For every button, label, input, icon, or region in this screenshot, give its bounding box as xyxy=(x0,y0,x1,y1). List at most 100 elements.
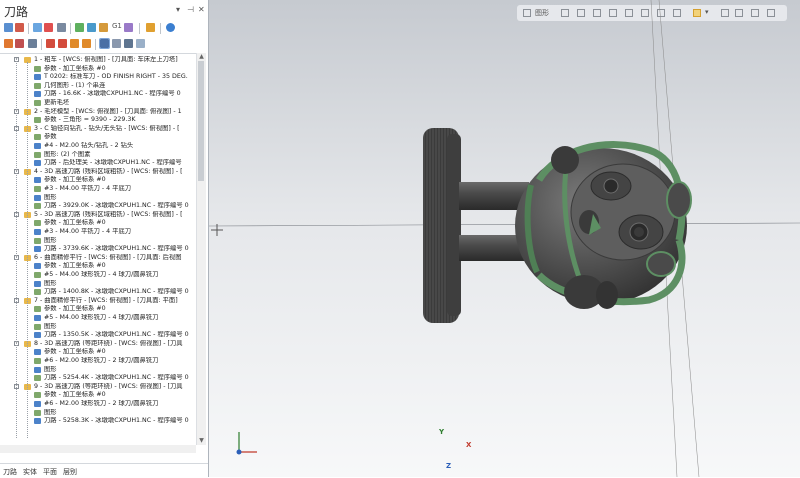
tab-toolpaths[interactable]: 刀路 xyxy=(3,467,17,477)
tree-child-row[interactable]: 刀路 - 3739.6K - 冰墩墩CXPUH1.NC - 程序编号 0 xyxy=(0,245,196,254)
tree-operation-row[interactable]: -9 - 3D 高速刀路 (等距环绕) - [WCS: 俯视图] - [刀具 xyxy=(0,383,196,392)
item-icon xyxy=(34,289,41,296)
tree-row-label: #3 - M4.00 平铣刀 - 4 平底刀 xyxy=(44,185,132,192)
tree-row-label: 更新毛坯 xyxy=(44,99,70,106)
item-icon xyxy=(34,65,41,72)
tree-child-row[interactable]: 图形 xyxy=(0,194,196,203)
tree-child-row[interactable]: 刀路 - 1350.5K - 冰墩墩CXPUH1.NC - 程序编号 0 xyxy=(0,331,196,340)
tree-child-row[interactable]: 参数 - 加工坐标系 #0 xyxy=(0,391,196,400)
tree-row-label: T 0202: 标准车刀 - OD FINISH RIGHT - 35 DEG. xyxy=(44,73,188,81)
tree-child-row[interactable]: 刀路 - 1400.8K - 冰墩墩CXPUH1.NC - 程序编号 0 xyxy=(0,288,196,297)
item-icon xyxy=(34,272,41,278)
show-all-icon[interactable] xyxy=(112,39,121,48)
tree-vertical-scrollbar[interactable]: ▲ ▼ xyxy=(196,53,206,445)
tree-child-row[interactable]: 参数 - 三角形 = 9390 - 229.3K xyxy=(0,116,196,125)
tree-operation-row[interactable]: -3 - C 轴径向钻孔 - 钻头/无头钻 - [WCS: 俯视图] - [ xyxy=(0,125,196,134)
tree-child-row[interactable]: 图形: (2) 个图素 xyxy=(0,151,196,160)
tree-child-row[interactable]: #3 - M4.00 平铣刀 - 4 平底刀 xyxy=(0,228,196,237)
tree-child-row[interactable]: 参数 - 加工坐标系 #0 xyxy=(0,262,196,271)
item-icon xyxy=(34,229,41,235)
tree-child-row[interactable]: #5 - M4.00 球形铣刀 - 4 球刀/圆鼻铣刀 xyxy=(0,314,196,323)
operations-tree[interactable]: -1 - 粗车 - [WCS: 俯视图] - [刀具面: 车床左上刀塔] 参数 -… xyxy=(0,53,196,446)
g1-post-button[interactable]: G1 xyxy=(112,22,122,30)
tree-child-row[interactable]: 刀路 - 3929.0K - 冰墩墩CXPUH1.NC - 程序编号 0 xyxy=(0,202,196,211)
tree-horizontal-scrollbar[interactable] xyxy=(0,445,196,453)
scroll-down-icon[interactable]: ▼ xyxy=(198,437,205,444)
panel-header: 刀路 ▾ ⊣ ✕ xyxy=(0,0,208,20)
toggle-select-icon[interactable] xyxy=(28,39,37,48)
insert-after-icon[interactable] xyxy=(82,39,91,48)
tab-levels[interactable]: 层别 xyxy=(63,467,77,477)
show-selected-icon[interactable] xyxy=(99,38,110,49)
tree-row-label: 刀路 - 1350.5K - 冰墩墩CXPUH1.NC - 程序编号 0 xyxy=(44,331,189,339)
tree-scroll-thumb[interactable] xyxy=(198,61,204,181)
tree-child-row[interactable]: 参数 - 加工坐标系 #0 xyxy=(0,65,196,74)
filter-icon[interactable] xyxy=(136,39,145,48)
tree-child-row[interactable]: 图形 xyxy=(0,237,196,246)
tree-row-label: 刀路 - 16.6K - 冰墩墩CXPUH1.NC - 程序编号 0 xyxy=(44,90,181,98)
toolpath-manager-panel: 刀路 ▾ ⊣ ✕ G1 -1 - 粗车 - [WCS: 俯视图] - [刀具面:… xyxy=(0,0,209,478)
close-panel-button[interactable]: ✕ xyxy=(198,5,205,15)
tree-operation-row[interactable]: -8 - 3D 高速刀路 (等距环绕) - [WCS: 俯视图] - [刀具 xyxy=(0,340,196,349)
tab-planes[interactable]: 平面 xyxy=(43,467,57,477)
tree-row-label: 8 - 3D 高速刀路 (等距环绕) - [WCS: 俯视图] - [刀具 xyxy=(34,339,183,347)
tree-operation-row[interactable]: -5 - 3D 高速刀路 (残料区域粗铣) - [WCS: 俯视图] - [ xyxy=(0,211,196,220)
panel-menu-button[interactable]: ▾ xyxy=(176,5,180,15)
regenerate-dirty-icon[interactable] xyxy=(44,23,53,32)
item-icon xyxy=(34,117,41,124)
tree-child-row[interactable]: 图形 xyxy=(0,280,196,289)
tree-child-row[interactable]: 刀路 - 16.6K - 冰墩墩CXPUH1.NC - 程序编号 0 xyxy=(0,90,196,99)
tree-child-row[interactable]: #6 - M2.00 球形铣刀 - 2 球刀/圆鼻铣刀 xyxy=(0,357,196,366)
tree-child-row[interactable]: T 0202: 标准车刀 - OD FINISH RIGHT - 35 DEG. xyxy=(0,73,196,82)
select-failed-ops-icon[interactable] xyxy=(15,23,24,32)
backplot-icon[interactable] xyxy=(75,23,84,32)
wrench-icon[interactable] xyxy=(146,23,155,32)
insert-arrow-icon[interactable] xyxy=(70,39,79,48)
tree-child-row[interactable]: 刀路 - 5258.3K - 冰墩墩CXPUH1.NC - 程序编号 0 xyxy=(0,417,196,426)
regenerate-selected-icon[interactable] xyxy=(33,23,42,32)
tree-child-row[interactable]: #6 - M2.00 球形铣刀 - 2 球刀/圆鼻铣刀 xyxy=(0,400,196,409)
tree-operation-row[interactable]: -4 - 3D 高速刀路 (残料区域粗铣) - [WCS: 俯视图] - [ xyxy=(0,168,196,177)
lock-icon[interactable] xyxy=(4,39,13,48)
toggle-post-icon[interactable] xyxy=(15,39,24,48)
tree-row-label: 图形: (2) 个图素 xyxy=(44,150,91,158)
tree-child-row[interactable]: #3 - M4.00 平铣刀 - 4 平底刀 xyxy=(0,185,196,194)
pin-icon[interactable]: ⊣ xyxy=(187,5,194,15)
select-all-ops-icon[interactable] xyxy=(4,23,13,32)
verify-icon[interactable] xyxy=(87,23,96,32)
tree-child-row[interactable]: 刀路 - 5254.4K - 冰墩墩CXPUH1.NC - 程序编号 0 xyxy=(0,374,196,383)
item-icon xyxy=(34,409,41,416)
tree-child-row[interactable]: #5 - M4.00 球形铣刀 - 4 球刀/圆鼻铣刀 xyxy=(0,271,196,280)
tree-operation-row[interactable]: -7 - 曲面精修平行 - [WCS: 俯视图] - [刀具面: 平面] xyxy=(0,297,196,306)
post-process-icon[interactable] xyxy=(124,23,133,32)
tree-child-row[interactable]: 图形 xyxy=(0,366,196,375)
tree-child-row[interactable]: 参数 - 加工坐标系 #0 xyxy=(0,348,196,357)
help-icon[interactable] xyxy=(166,23,175,32)
simulate-icon[interactable] xyxy=(99,23,108,32)
item-icon xyxy=(34,237,41,244)
tab-solids[interactable]: 实体 xyxy=(23,467,37,477)
axis-z-label: Z xyxy=(446,462,452,470)
manager-tab-bar: 刀路 实体 平面 层别 xyxy=(0,463,208,478)
tree-row-label: 参数 - 加工坐标系 #0 xyxy=(44,64,106,72)
move-up-icon[interactable] xyxy=(58,39,67,48)
tree-child-row[interactable]: 图形 xyxy=(0,323,196,332)
tree-operation-row[interactable]: -6 - 曲面精修平行 - [WCS: 俯视图] - [刀具面: 后视图 xyxy=(0,254,196,263)
scroll-up-icon[interactable]: ▲ xyxy=(198,53,205,60)
toggle-display-icon[interactable] xyxy=(57,23,66,32)
tree-child-row[interactable]: 参数 - 加工坐标系 #0 xyxy=(0,176,196,185)
tree-child-row[interactable]: 几何图形 - (1) 个串连 xyxy=(0,82,196,91)
graphics-viewport[interactable]: 图形 ▾ Y X Z xyxy=(209,0,800,477)
move-down-icon[interactable] xyxy=(46,39,55,48)
tree-operation-row[interactable]: -2 - 毛坯模型 - [WCS: 俯视图] - [刀具面: 俯视图] - 1 xyxy=(0,108,196,117)
tree-child-row[interactable]: #4 - M2.00 钻头/钻孔 - 2 钻头 xyxy=(0,142,196,151)
tree-child-row[interactable]: 参数 xyxy=(0,133,196,142)
tree-operation-row[interactable]: -1 - 粗车 - [WCS: 俯视图] - [刀具面: 车床左上刀塔] xyxy=(0,56,196,65)
item-icon xyxy=(34,74,41,81)
tree-child-row[interactable]: 参数 - 加工坐标系 #0 xyxy=(0,305,196,314)
tree-child-row[interactable]: 刀路 - 后处理关 - 冰墩墩CXPUH1.NC - 程序编号 xyxy=(0,159,196,168)
tree-child-row[interactable]: 图形 xyxy=(0,409,196,418)
hide-icon[interactable] xyxy=(124,39,133,48)
tree-child-row[interactable]: 参数 - 加工坐标系 #0 xyxy=(0,219,196,228)
tree-child-row[interactable]: 更新毛坯 xyxy=(0,99,196,108)
